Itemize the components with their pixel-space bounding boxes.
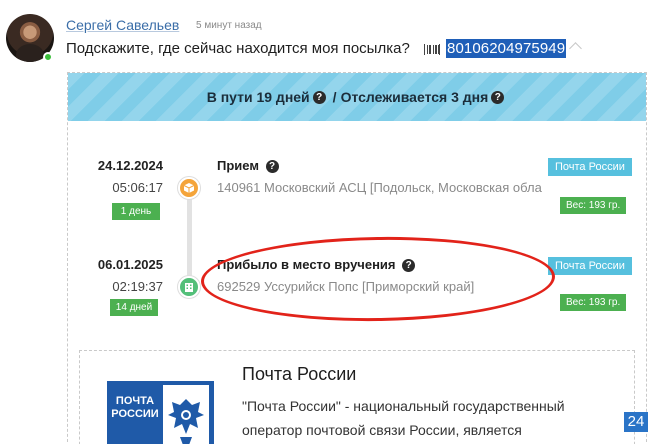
carrier-info-card: ПОЧТА РОССИИ Почта России "Почта России"… [79, 350, 635, 444]
banner-separator: / [332, 89, 337, 105]
event-time: 02:19:37 [112, 279, 163, 294]
logo-text: ПОЧТА РОССИИ [111, 395, 159, 420]
help-icon[interactable]: ? [265, 160, 279, 173]
tracked-days: Отслеживается 3 дня [340, 89, 489, 105]
comment-timestamp: 5 минут назад [196, 20, 262, 31]
carrier-name: Почта России [242, 364, 357, 384]
event-place: 140961 Московский АСЦ [Подольск, Московс… [217, 180, 542, 195]
comment-thread: Сергей Савельев 5 минут назад Подскажите… [0, 0, 656, 444]
weight-badge: Вес: 193 гр. [560, 197, 627, 214]
page-counter[interactable]: 24 [624, 412, 648, 432]
box-icon [178, 177, 200, 199]
event-title-text: Прием [217, 158, 259, 173]
event-time: 05:06:17 [112, 180, 163, 195]
days-badge: 1 день [112, 203, 160, 220]
carrier-badge[interactable]: Почта России [548, 158, 632, 176]
carrier-logo: ПОЧТА РОССИИ [107, 381, 214, 444]
barcode-icon [424, 44, 440, 55]
help-icon[interactable]: ? [312, 90, 326, 104]
track-number-link[interactable]: 80106204975949 [446, 39, 567, 58]
help-icon[interactable]: ? [491, 90, 505, 104]
days-badge: 14 дней [110, 299, 158, 316]
event-date: 24.12.2024 [97, 158, 163, 173]
author-link[interactable]: Сергей Савельев [66, 17, 179, 33]
online-status-dot [43, 52, 53, 62]
collapse-icon[interactable] [569, 42, 582, 55]
event-title: Прием ? [217, 158, 282, 173]
building-icon [178, 276, 200, 298]
carrier-badge[interactable]: Почта России [548, 257, 632, 275]
event-date: 06.01.2025 [97, 257, 163, 272]
weight-badge: Вес: 193 гр. [560, 294, 627, 311]
eagle-emblem-icon [163, 385, 209, 444]
carrier-description: "Почта России" - национальный государств… [242, 398, 565, 438]
comment-text: Подскажите, где сейчас находится моя пос… [66, 40, 410, 57]
days-in-transit: В пути 19 дней [206, 89, 310, 105]
tracking-summary-banner: В пути 19 дней ? / Отслеживается 3 дня ? [68, 73, 646, 121]
